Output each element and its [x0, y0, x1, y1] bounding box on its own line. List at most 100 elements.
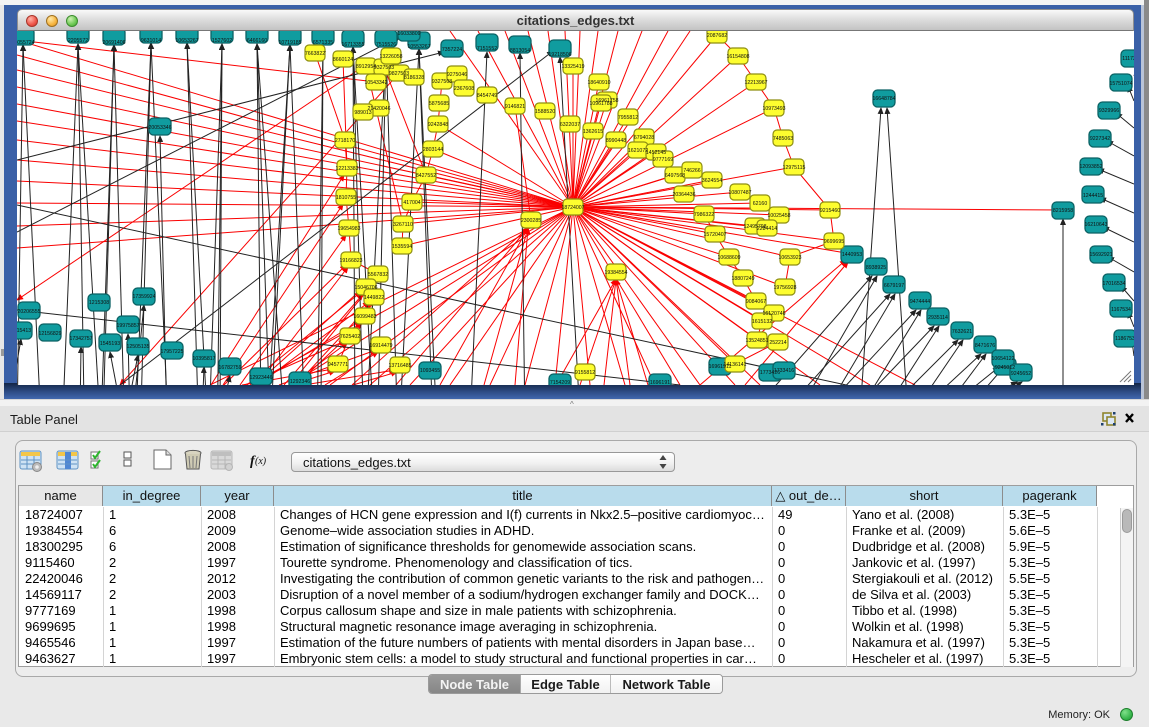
svg-text:8427552: 8427552 — [416, 173, 436, 179]
svg-text:1440953: 1440953 — [842, 252, 862, 258]
svg-text:16120746: 16120746 — [762, 311, 785, 317]
svg-text:13524851: 13524851 — [745, 338, 768, 344]
svg-text:10025458: 10025458 — [767, 213, 790, 219]
svg-text:2087682: 2087682 — [707, 33, 727, 39]
svg-text:10973493: 10973493 — [762, 106, 785, 112]
svg-text:2935114: 2935114 — [928, 315, 948, 321]
svg-text:1117253: 1117253 — [1122, 56, 1134, 62]
svg-text:1362615: 1362615 — [583, 129, 603, 135]
svg-text:9155812: 9155812 — [575, 370, 595, 376]
svg-text:8471676: 8471676 — [975, 343, 995, 349]
svg-text:13325419: 13325419 — [561, 64, 584, 70]
svg-text:1292346: 1292346 — [290, 379, 310, 385]
svg-text:7663822: 7663822 — [305, 51, 325, 57]
svg-text:12093852: 12093852 — [1079, 164, 1102, 170]
svg-text:1093455: 1093455 — [420, 368, 440, 374]
svg-text:417004: 417004 — [403, 200, 420, 206]
svg-text:3624554: 3624554 — [702, 178, 722, 184]
svg-text:9457771: 9457771 — [328, 362, 348, 368]
svg-text:10688609: 10688609 — [717, 255, 740, 261]
svg-text:1186753: 1186753 — [1115, 336, 1134, 342]
svg-text:12213967: 12213967 — [744, 80, 767, 86]
svg-text:1215308: 1215308 — [89, 300, 109, 306]
svg-text:1527602: 1527602 — [212, 38, 232, 44]
svg-text:1452145: 1452145 — [646, 150, 666, 156]
svg-text:2300285: 2300285 — [521, 218, 541, 224]
svg-text:20364436: 20364436 — [672, 192, 695, 198]
svg-text:14136141: 14136141 — [723, 362, 746, 368]
svg-text:6679197: 6679197 — [884, 283, 904, 289]
svg-text:252214: 252214 — [769, 340, 786, 346]
svg-text:6466160: 6466160 — [247, 38, 267, 44]
svg-text:16099483: 16099483 — [353, 314, 376, 320]
svg-text:1244415: 1244415 — [1083, 193, 1103, 199]
svg-text:12975115: 12975115 — [783, 165, 806, 171]
svg-text:2284414: 2284414 — [757, 226, 777, 232]
svg-text:9242848: 9242848 — [428, 122, 448, 128]
svg-text:20691406: 20691406 — [102, 40, 125, 46]
svg-text:989013: 989013 — [354, 110, 371, 116]
svg-text:7955812: 7955812 — [618, 115, 638, 121]
svg-text:12505135: 12505135 — [126, 344, 149, 350]
svg-text:10653267: 10653267 — [175, 38, 198, 44]
svg-text:20206555: 20206555 — [17, 309, 40, 315]
svg-text:3267110: 3267110 — [393, 222, 413, 228]
svg-text:16713355: 16713355 — [341, 42, 364, 48]
svg-text:2718170: 2718170 — [335, 138, 355, 144]
svg-text:19975857: 19975857 — [116, 323, 139, 329]
svg-text:10961788: 10961788 — [589, 101, 612, 107]
svg-text:9777169: 9777169 — [653, 157, 673, 163]
svg-text:9275046: 9275046 — [447, 72, 467, 78]
svg-text:16154808: 16154808 — [726, 54, 749, 60]
svg-text:15720407: 15720407 — [703, 232, 726, 238]
svg-text:2367608: 2367608 — [454, 86, 474, 92]
svg-text:17957225: 17957225 — [160, 349, 183, 355]
svg-text:16648784: 16648784 — [872, 96, 895, 102]
svg-text:7515526: 7515526 — [376, 42, 396, 48]
svg-text:1588520: 1588520 — [535, 109, 555, 115]
svg-text:8813054: 8813054 — [510, 48, 530, 54]
svg-text:10653923: 10653923 — [778, 255, 801, 261]
svg-text:12923446: 12923446 — [249, 375, 272, 381]
svg-text:9146821: 9146821 — [505, 104, 525, 110]
svg-text:9245652: 9245652 — [1011, 371, 1031, 377]
svg-text:14055724: 14055724 — [17, 40, 35, 46]
svg-text:10719185: 10719185 — [278, 40, 301, 46]
svg-text:9631014: 9631014 — [141, 38, 161, 44]
svg-text:8215958: 8215958 — [1053, 208, 1073, 214]
svg-text:7154209: 7154209 — [550, 380, 570, 385]
svg-text:12156829: 12156829 — [38, 331, 61, 337]
svg-text:16914479: 16914479 — [369, 343, 392, 349]
svg-text:1810755: 1810755 — [336, 195, 356, 201]
svg-text:8660124: 8660124 — [333, 57, 353, 63]
svg-text:13226058: 13226058 — [379, 54, 402, 60]
svg-text:9084067: 9084067 — [746, 299, 766, 305]
svg-text:1696191: 1696191 — [650, 380, 670, 385]
svg-text:7151552: 7151552 — [477, 46, 497, 52]
svg-text:10395817: 10395817 — [192, 356, 215, 362]
svg-text:10543342: 10543342 — [364, 80, 387, 86]
svg-text:15046706: 15046706 — [354, 285, 377, 291]
svg-text:17016534: 17016534 — [1102, 281, 1125, 287]
svg-text:19384554: 19384554 — [604, 270, 627, 276]
svg-text:9474444: 9474444 — [910, 299, 930, 305]
svg-text:6322037: 6322037 — [560, 122, 580, 128]
svg-text:2803144: 2803144 — [423, 147, 443, 153]
svg-text:8938925: 8938925 — [866, 265, 886, 271]
svg-text:19166823: 19166823 — [339, 258, 362, 264]
svg-text:5875685: 5875685 — [429, 101, 449, 107]
svg-text:19654983: 19654983 — [337, 226, 360, 232]
svg-text:62160: 62160 — [753, 201, 768, 207]
svg-text:15751074: 15751074 — [1109, 81, 1132, 87]
svg-text:3915413: 3915413 — [17, 328, 31, 334]
svg-text:19756928: 19756928 — [773, 285, 796, 291]
svg-text:8990448: 8990448 — [606, 138, 626, 144]
svg-text:9227342: 9227342 — [1090, 136, 1110, 142]
svg-text:7632621: 7632621 — [952, 329, 972, 335]
svg-text:1167534: 1167534 — [1111, 307, 1131, 313]
svg-text:18640910: 18640910 — [587, 80, 610, 86]
svg-text:18807249: 18807249 — [731, 276, 754, 282]
svg-text:7357224: 7357224 — [442, 47, 462, 53]
svg-text:7986322: 7986322 — [694, 212, 714, 218]
svg-text:9329966: 9329966 — [1099, 108, 1119, 114]
